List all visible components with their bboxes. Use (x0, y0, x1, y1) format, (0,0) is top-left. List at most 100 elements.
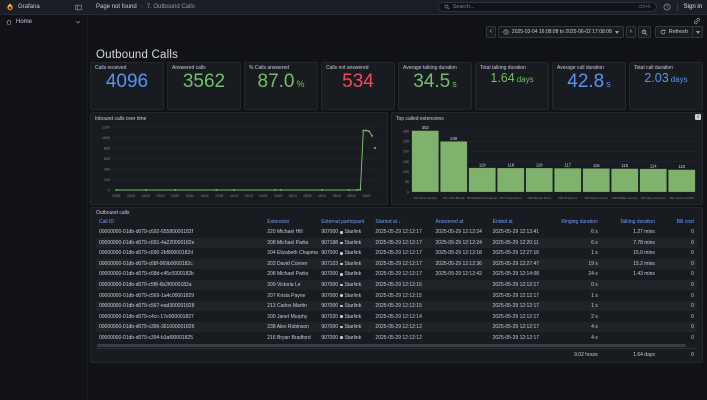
panel-outbound-calls-table: Outbound calls Call IDExtensionExternal … (90, 207, 703, 363)
svg-text:207 Krista Payne: 207 Krista Payne (500, 196, 522, 200)
scrollbar-thumb[interactable] (97, 344, 686, 347)
sign-in-button[interactable]: Sign in (684, 4, 702, 10)
svg-text:115: 115 (621, 163, 628, 168)
cell-call-id: 00000000-01db-d079-c68f-069b0000182c (96, 261, 264, 267)
participant-name: Starlink (345, 250, 362, 256)
svg-text:04/29: 04/29 (274, 194, 282, 198)
stat-value-wrap: 87.0% (249, 71, 313, 107)
cell-extension: 204 Elizabeth Chapman (264, 250, 318, 256)
charts-row: Inbound calls over time 0200400600800100… (90, 112, 703, 205)
search-input[interactable] (453, 4, 636, 10)
svg-text:1000: 1000 (102, 136, 110, 140)
search-box[interactable]: ctrl+k (438, 2, 657, 12)
panel-info-icon[interactable]: i (695, 114, 701, 120)
column-header-bill-cost[interactable]: Bill cost (658, 219, 697, 225)
column-header-started-at[interactable]: Started at ↓ (372, 219, 432, 225)
cell-ringing-duration: 1 s (550, 293, 601, 299)
time-range-zoom-out-button[interactable] (638, 26, 651, 38)
stat-value-wrap: 34.5s (403, 71, 467, 107)
time-range-back-button[interactable]: ‹ (486, 26, 496, 38)
column-header-call-id[interactable]: Call ID (96, 219, 264, 225)
column-header-extension[interactable]: Extension (264, 219, 318, 225)
panel-title[interactable]: Outbound calls (96, 210, 697, 216)
bar-chart[interactable]: 050100150200250300302200 Janet Murphy249… (396, 122, 698, 201)
help-icon[interactable]: ? (663, 3, 671, 11)
cell-call-id: 00000000-01db-d079-c567-ead300001828 (96, 303, 264, 309)
participant-logo-icon (340, 315, 343, 318)
share-link-icon[interactable] (693, 17, 701, 25)
participant-logo-icon (340, 263, 343, 266)
svg-text:208 Michael Parks: 208 Michael Parks (527, 196, 551, 200)
stat-panel-calls-not-answered: Calls not answered534 (321, 62, 395, 110)
breadcrumb-current: 7. Outbound Calls (147, 4, 195, 10)
brand-name[interactable]: Grafana (18, 4, 71, 10)
stat-panel-calls-received: Calls received4096 (90, 62, 164, 110)
time-range-forward-button[interactable]: › (626, 26, 636, 38)
grafana-logo-icon[interactable] (6, 3, 14, 11)
cell-started-at: 2025-05-29 12:12:17 (372, 261, 432, 267)
cell-bill-cost: 0 (658, 335, 697, 341)
svg-text:03/25: 03/25 (171, 194, 179, 198)
participant-name: Starlink (345, 324, 362, 330)
stat-unit: days (517, 75, 534, 84)
cell-started-at: 2025-05-29 12:12:17 (372, 240, 432, 246)
time-range-picker-button[interactable]: 2025-03-04 16:08:08 to 2025-06-02 17:08:… (498, 26, 624, 38)
column-header-ended-at[interactable]: Ended at (490, 219, 550, 225)
column-header-answered-at[interactable]: Answered at (433, 219, 490, 225)
refresh-button[interactable]: Refresh (655, 26, 693, 38)
svg-text:0: 0 (108, 188, 110, 192)
participant-name: Starlink (345, 314, 362, 320)
panel-inbound-calls-over-time: Inbound calls over time 0200400600800100… (90, 112, 388, 205)
svg-text:04/14: 04/14 (230, 194, 238, 198)
cell-bill-cost: 0 (658, 293, 697, 299)
column-header-ringing-duration[interactable]: Ringing duration (550, 219, 601, 225)
line-chart[interactable]: 02004006008001000120003/0503/1003/1503/2… (95, 122, 383, 199)
svg-text:117: 117 (564, 163, 571, 168)
cell-extension: 203 David Conner (264, 261, 318, 267)
table-row: 00000000-01db-d079-c394-b3af00001825216 … (96, 332, 697, 343)
participant-name: Starlink (345, 229, 362, 235)
panel-top-called-extensions: Top called extensions i 0501001502002503… (391, 112, 703, 205)
svg-text:03/20: 03/20 (157, 194, 165, 198)
participant-number: 907000 (321, 293, 338, 299)
stat-unit: s (452, 79, 457, 89)
cell-ended-at: 2025-05-29 12:14:08 (490, 271, 550, 277)
column-header-external-participant[interactable]: External participant (318, 219, 372, 225)
cell-answered-at: 2025-05-29 12:12:42 (433, 271, 490, 277)
cell-ringing-duration: 1 s (550, 250, 601, 256)
breadcrumb-separator: › (141, 4, 143, 10)
cell-extension: 213 Carlos Martin (264, 303, 318, 309)
cell-external-participant: 907000 Starlink (318, 293, 372, 299)
svg-text:04/04: 04/04 (201, 194, 209, 198)
time-range-text: 2025-03-04 16:08:08 to 2025-06-02 17:08:… (512, 29, 612, 35)
participant-name: Starlink (345, 271, 362, 277)
cell-ended-at: 2025-05-29 12:12:17 (490, 314, 550, 320)
participant-logo-icon (340, 294, 343, 297)
cell-ringing-duration: 4 s (550, 324, 601, 330)
sidebar-item-home[interactable]: Home (0, 15, 87, 28)
sort-descending-icon: ↓ (397, 219, 401, 225)
participant-name: Starlink (345, 293, 362, 299)
table-footer-row: 9.02 hours1.64 days0 (96, 348, 697, 360)
table-row: 00000000-01db-d079-c569-1a4c00001829207 … (96, 290, 697, 301)
refresh-icon (660, 29, 666, 35)
table-row: 00000000-01db-d079-c690-2bf80000182d204 … (96, 248, 697, 259)
cell-extension: 216 Bryan Bradford (264, 335, 318, 341)
cell-call-id: 00000000-01db-d079-c394-b3af00001825 (96, 335, 264, 341)
stat-unit: s (606, 79, 611, 89)
breadcrumb-parent[interactable]: Page not found (96, 4, 137, 10)
refresh-interval-dropdown[interactable] (693, 26, 703, 38)
cell-extension: 238 Alex Robinson (264, 324, 318, 330)
cell-ended-at: 2025-05-29 12:27:16 (490, 250, 550, 256)
column-header-talking-duration[interactable]: Talking duration (601, 219, 658, 225)
cell-external-participant: 907188Starlink (318, 240, 372, 246)
cell-extension: 208 Michael Parks (264, 240, 318, 246)
sidebar-toggle-icon[interactable] (75, 4, 82, 11)
breadcrumb: Page not found › 7. Outbound Calls (96, 4, 195, 10)
svg-text:03/15: 03/15 (142, 194, 150, 198)
svg-text:?: ? (665, 4, 668, 9)
table-row: 00000000-01db-d079-c68f-069b0000182c203 … (96, 259, 697, 270)
cell-external-participant: 907000Starlink (318, 282, 372, 288)
cell-started-at: 2025-05-29 12:12:16 (372, 282, 432, 288)
chevron-down-icon[interactable] (75, 19, 81, 25)
